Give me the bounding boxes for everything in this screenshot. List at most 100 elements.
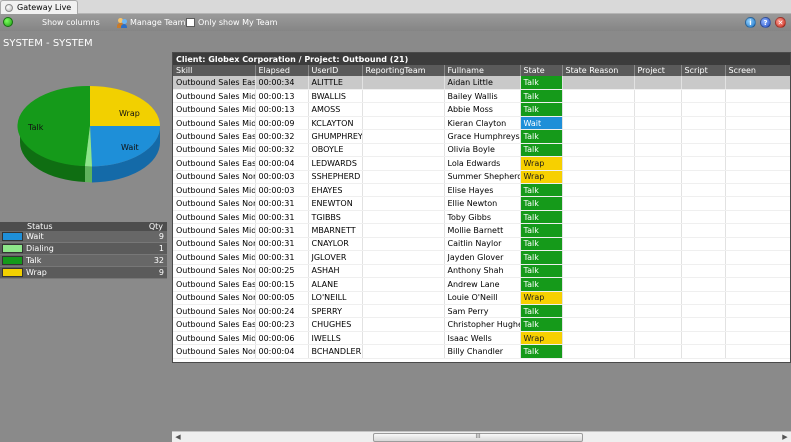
table-row[interactable]: Outbound Sales East 00:00:23 CHUGHES Christ… <box>173 317 790 332</box>
status-icon[interactable] <box>3 17 13 27</box>
empty-cell <box>634 102 682 117</box>
table-row[interactable]: Outbound Sales East 00:00:34 ALITTLE Aidan … <box>173 76 790 90</box>
manage-team-button[interactable]: Manage Team <box>117 16 185 29</box>
table-row[interactable]: Outbound Sales Midlands00:00:31TGIBBS Tob… <box>173 210 790 225</box>
empty-cell <box>681 223 726 238</box>
empty-cell <box>681 317 726 332</box>
table-row[interactable]: Outbound Sales Midlands00:00:32OBOYLE Oli… <box>173 143 790 158</box>
reporting-team-cell <box>362 304 445 319</box>
empty-cell <box>725 223 790 238</box>
column-header[interactable]: Elapsed <box>255 65 309 76</box>
fullname-cell: Summer Shepherd <box>444 170 521 185</box>
userid-cell: CHUGHES <box>308 317 363 332</box>
table-row[interactable]: Outbound Sales North00:00:24SPERRY Sam Pe… <box>173 304 790 319</box>
skill-cell: Outbound Sales Midlands <box>173 143 256 158</box>
empty-cell <box>725 143 790 158</box>
legend-row[interactable]: Talk 32 <box>0 255 167 267</box>
empty-cell <box>562 291 635 305</box>
empty-cell <box>562 196 635 211</box>
tab-gateway-live[interactable]: Gateway Live <box>0 0 78 14</box>
userid-cell: ALANE <box>308 277 363 292</box>
table-row[interactable]: Outbound Sales Midlands00:00:03EHAYES Eli… <box>173 183 790 198</box>
info-icon[interactable]: i <box>745 17 756 28</box>
table-row[interactable]: Outbound Sales North00:00:25ASHAH Anthony… <box>173 264 790 279</box>
table-row[interactable]: Outbound Sales Midlands00:00:31MBARNETT M… <box>173 223 790 238</box>
empty-cell <box>725 277 790 292</box>
empty-cell <box>562 89 635 104</box>
table-row[interactable]: Outbound Sales Midlands00:00:31JGLOVER Ja… <box>173 250 790 265</box>
state-cell: Talk <box>520 237 563 252</box>
only-my-team-toggle[interactable]: Only show My Team <box>186 16 277 29</box>
reporting-team-cell <box>362 264 445 279</box>
table-row[interactable]: Outbound Sales Midlands00:00:13AMOSS Abbi… <box>173 102 790 117</box>
empty-cell <box>634 277 682 292</box>
scroll-left-icon[interactable]: ◀ <box>173 433 183 442</box>
only-my-team-checkbox[interactable] <box>186 18 195 27</box>
legend-row[interactable]: Wait 9 <box>0 231 167 243</box>
table-row[interactable]: Outbound Sales North00:00:04BCHANDLER Bil… <box>173 344 790 359</box>
table-row[interactable]: Outbound Sales Midlands00:00:06IWELLS Isa… <box>173 331 790 346</box>
skill-cell: Outbound Sales Midlands <box>173 183 256 198</box>
legend-header: Status Qty <box>0 222 167 231</box>
empty-cell <box>634 196 682 211</box>
empty-cell <box>634 331 682 346</box>
scrollbar-thumb[interactable]: III <box>373 433 583 442</box>
empty-cell <box>725 317 790 332</box>
reporting-team-cell <box>362 76 445 90</box>
userid-cell: TGIBBS <box>308 210 363 225</box>
skill-cell: Outbound Sales Midlands <box>173 102 256 117</box>
table-row[interactable]: Outbound Sales North00:00:31ENEWTON Ellie… <box>173 196 790 211</box>
legend-row[interactable]: Dialing 1 <box>0 243 167 255</box>
table-row[interactable]: Outbound Sales Midlands00:00:09KCLAYTON K… <box>173 116 790 131</box>
empty-cell <box>681 76 726 90</box>
userid-cell: KCLAYTON <box>308 116 363 131</box>
empty-cell <box>681 277 726 292</box>
reporting-team-cell <box>362 344 445 359</box>
column-header[interactable]: Fullname <box>444 65 521 76</box>
table-row[interactable]: Outbound Sales East 00:00:15 ALANE Andrew L… <box>173 277 790 292</box>
table-row[interactable]: Outbound Sales East 00:00:04 LEDWARDS Lola … <box>173 156 790 171</box>
show-columns-button[interactable]: Show columns <box>42 16 100 29</box>
empty-cell <box>681 89 726 104</box>
pie-label-wrap: Wrap <box>119 109 140 118</box>
column-header[interactable]: Project <box>634 65 682 76</box>
empty-cell <box>562 102 635 117</box>
column-header[interactable]: UserID <box>308 65 363 76</box>
column-header[interactable]: ReportingTeam <box>362 65 445 76</box>
column-header[interactable]: State <box>520 65 563 76</box>
column-header[interactable]: Skill <box>173 65 256 76</box>
fullname-cell: Christopher Hughes <box>444 317 521 332</box>
elapsed-cell: 00:00:06 <box>255 331 309 346</box>
state-cell: Talk <box>520 89 563 104</box>
userid-cell: BCHANDLER <box>308 344 363 359</box>
table-row[interactable]: Outbound Sales North00:00:31CNAYLOR Caitl… <box>173 237 790 252</box>
fullname-cell: Aidan Little <box>444 76 521 90</box>
table-row[interactable]: Outbound Sales North00:00:05LO'NEILL Loui… <box>173 291 790 305</box>
empty-cell <box>725 102 790 117</box>
elapsed-cell: 00:00:04 <box>255 156 309 171</box>
column-header[interactable]: State Reason <box>562 65 635 76</box>
empty-cell <box>681 183 726 198</box>
legend-qty: 32 <box>153 256 164 265</box>
scroll-right-icon[interactable]: ▶ <box>780 433 790 442</box>
skill-cell: Outbound Sales North <box>173 170 256 185</box>
table-row[interactable]: Outbound Sales East00:00:32GHUMPHREYS Gra… <box>173 129 790 144</box>
close-icon[interactable]: ✕ <box>775 17 786 28</box>
horizontal-scrollbar[interactable]: ◀ III ▶ <box>172 431 791 442</box>
table-row[interactable]: Outbound Sales North00:00:03SSHEPHERD Sum… <box>173 170 790 185</box>
skill-cell: Outbound Sales East <box>173 76 256 90</box>
legend-qty: 9 <box>158 268 164 277</box>
fullname-cell: Andrew Lane <box>444 277 521 292</box>
elapsed-cell: 00:00:04 <box>255 344 309 359</box>
reporting-team-cell <box>362 250 445 265</box>
userid-cell: GHUMPHREYS <box>308 129 363 144</box>
column-header[interactable]: Screen <box>725 65 790 76</box>
empty-cell <box>681 129 726 144</box>
help-icon[interactable]: ? <box>760 17 771 28</box>
column-header[interactable]: Script <box>681 65 726 76</box>
table-row[interactable]: Outbound Sales Midlands00:00:13BWALLIS Ba… <box>173 89 790 104</box>
state-cell: Talk <box>520 264 563 279</box>
empty-cell <box>634 89 682 104</box>
state-cell: Talk <box>520 277 563 292</box>
legend-row[interactable]: Wrap 9 <box>0 267 167 279</box>
